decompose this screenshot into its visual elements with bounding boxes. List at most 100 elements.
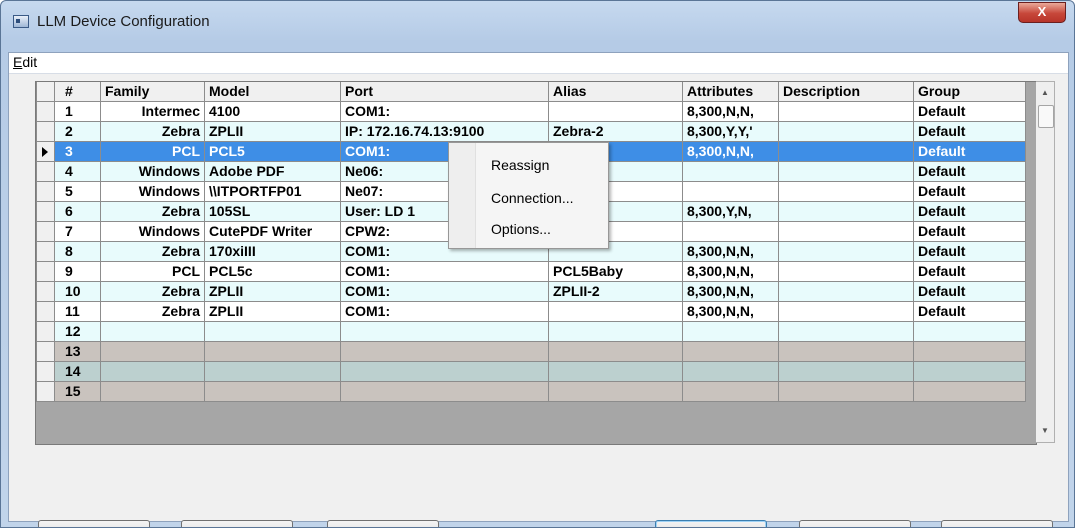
cancel-button[interactable]: Cancel <box>799 520 911 527</box>
cell-group[interactable]: Default <box>913 161 1026 182</box>
cell-attributes[interactable]: 8,300,Y,Y,' <box>682 121 779 142</box>
cell-model[interactable] <box>204 321 341 342</box>
row-indicator[interactable] <box>36 181 55 202</box>
menu-edit[interactable]: Edit <box>13 54 37 70</box>
cell-group[interactable]: Default <box>913 141 1026 162</box>
cell-alias[interactable] <box>548 341 683 362</box>
cell-description[interactable] <box>778 301 914 322</box>
row-indicator[interactable] <box>36 221 55 242</box>
cell-number[interactable]: 10 <box>54 281 101 302</box>
cell-group[interactable]: Default <box>913 241 1026 262</box>
cell-family[interactable]: Zebra <box>100 201 205 222</box>
cell-port[interactable] <box>340 361 549 382</box>
cell-family[interactable] <box>100 321 205 342</box>
cell-number[interactable]: 14 <box>54 361 101 382</box>
cell-description[interactable] <box>778 141 914 162</box>
help-button[interactable]: Help <box>941 520 1053 527</box>
close-button[interactable]: X <box>1018 2 1066 23</box>
cell-group[interactable]: Default <box>913 201 1026 222</box>
cell-alias[interactable]: Zebra-2 <box>548 121 683 142</box>
cell-port[interactable]: IP: 172.16.74.13:9100 <box>340 121 549 142</box>
cell-attributes[interactable] <box>682 221 779 242</box>
column-header-model[interactable]: Model <box>204 82 341 102</box>
context-menu-connection[interactable]: Connection... <box>491 190 574 206</box>
table-row[interactable]: 15 <box>36 381 1026 402</box>
cell-description[interactable] <box>778 221 914 242</box>
table-row[interactable]: 9 PCL PCL5c COM1: PCL5Baby 8,300,N,N, Default <box>36 261 1026 282</box>
cell-number[interactable]: 11 <box>54 301 101 322</box>
row-indicator[interactable] <box>36 141 55 162</box>
column-header-family[interactable]: Family <box>100 82 205 102</box>
row-indicator[interactable] <box>36 161 55 182</box>
cell-number[interactable]: 7 <box>54 221 101 242</box>
cell-model[interactable]: Adobe PDF <box>204 161 341 182</box>
cell-description[interactable] <box>778 161 914 182</box>
cell-model[interactable]: ZPLII <box>204 281 341 302</box>
cell-description[interactable] <box>778 341 914 362</box>
row-indicator[interactable] <box>36 201 55 222</box>
cell-description[interactable] <box>778 361 914 382</box>
cell-attributes[interactable] <box>682 361 779 382</box>
cell-family[interactable]: PCL <box>100 141 205 162</box>
scroll-up-arrow-icon[interactable]: ▲ <box>1036 84 1054 102</box>
row-indicator[interactable] <box>36 361 55 382</box>
cell-number[interactable]: 15 <box>54 381 101 402</box>
cell-model[interactable]: 170xiIII <box>204 241 341 262</box>
cell-port[interactable]: COM1: <box>340 281 549 302</box>
cell-family[interactable]: Windows <box>100 161 205 182</box>
options-button[interactable]: Options... <box>181 520 293 527</box>
cell-group[interactable]: Default <box>913 101 1026 122</box>
cell-number[interactable]: 2 <box>54 121 101 142</box>
cell-family[interactable]: Zebra <box>100 241 205 262</box>
table-row[interactable]: 10 Zebra ZPLII COM1: ZPLII-2 8,300,N,N, Defaul… <box>36 281 1026 302</box>
cell-description[interactable] <box>778 261 914 282</box>
column-header-attributes[interactable]: Attributes <box>682 82 779 102</box>
table-row[interactable]: 1 Intermec 4100 COM1: 8,300,N,N, Default <box>36 101 1026 122</box>
column-header-number[interactable]: # <box>54 82 101 102</box>
cell-attributes[interactable]: 8,300,N,N, <box>682 241 779 262</box>
cell-group[interactable]: Default <box>913 261 1026 282</box>
cell-model[interactable]: 4100 <box>204 101 341 122</box>
add-button[interactable]: Add <box>38 520 150 527</box>
cell-model[interactable] <box>204 361 341 382</box>
cell-attributes[interactable] <box>682 321 779 342</box>
table-row[interactable]: 2 Zebra ZPLII IP: 172.16.74.13:9100 Zebra-2 8… <box>36 121 1026 142</box>
cell-group[interactable]: Default <box>913 121 1026 142</box>
cell-group[interactable]: Default <box>913 281 1026 302</box>
cell-model[interactable]: 105SL <box>204 201 341 222</box>
table-row[interactable]: 12 <box>36 321 1026 342</box>
cell-alias[interactable] <box>548 301 683 322</box>
cell-description[interactable] <box>778 181 914 202</box>
cell-model[interactable] <box>204 341 341 362</box>
column-header-group[interactable]: Group <box>913 82 1026 102</box>
cell-attributes[interactable] <box>682 381 779 402</box>
cell-family[interactable]: Windows <box>100 181 205 202</box>
cell-attributes[interactable] <box>682 161 779 182</box>
cell-description[interactable] <box>778 381 914 402</box>
cell-description[interactable] <box>778 281 914 302</box>
cell-family[interactable]: Zebra <box>100 281 205 302</box>
table-row[interactable]: 11 Zebra ZPLII COM1: 8,300,N,N, Default <box>36 301 1026 322</box>
row-indicator[interactable] <box>36 241 55 262</box>
cell-alias[interactable]: PCL5Baby <box>548 261 683 282</box>
cell-description[interactable] <box>778 121 914 142</box>
row-indicator[interactable] <box>36 321 55 342</box>
cell-family[interactable]: Intermec <box>100 101 205 122</box>
cell-alias[interactable] <box>548 101 683 122</box>
scroll-down-arrow-icon[interactable]: ▼ <box>1036 422 1054 440</box>
connection-button[interactable]: Connection... <box>327 520 439 527</box>
cell-attributes[interactable]: 8,300,Y,N, <box>682 201 779 222</box>
vertical-scrollbar[interactable]: ▲ ▼ <box>1036 81 1055 443</box>
row-indicator[interactable] <box>36 281 55 302</box>
cell-number[interactable]: 13 <box>54 341 101 362</box>
cell-attributes[interactable]: 8,300,N,N, <box>682 261 779 282</box>
cell-alias[interactable]: ZPLII-2 <box>548 281 683 302</box>
table-row[interactable]: 14 <box>36 361 1026 382</box>
cell-port[interactable] <box>340 321 549 342</box>
context-menu-reassign[interactable]: Reassign <box>491 157 549 173</box>
cell-port[interactable]: COM1: <box>340 101 549 122</box>
cell-attributes[interactable]: 8,300,N,N, <box>682 281 779 302</box>
cell-group[interactable] <box>913 361 1026 382</box>
cell-alias[interactable] <box>548 381 683 402</box>
cell-model[interactable]: PCL5c <box>204 261 341 282</box>
